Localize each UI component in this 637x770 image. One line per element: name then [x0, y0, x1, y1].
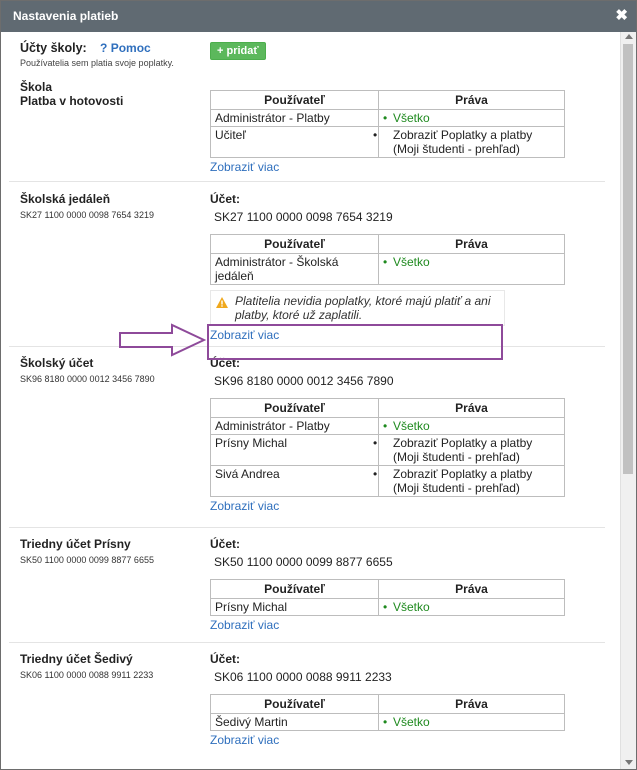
table-row: Administrátor - Školská jedáleň • Všetko [210, 253, 565, 285]
column-header-user: Používateľ [210, 398, 379, 418]
account-iban: SK27 1100 0000 0098 7654 3219 [20, 210, 154, 220]
account-number: SK96 8180 0000 0012 3456 7890 [214, 374, 394, 388]
rights-cell: • Všetko [378, 598, 565, 616]
user-cell: Prísny Michal [210, 598, 379, 616]
show-more-link[interactable]: Zobraziť viac [210, 499, 566, 513]
show-more-link[interactable]: Zobraziť viac [210, 733, 566, 747]
account-label: Účet: [210, 537, 241, 551]
permissions-table: Používateľ Práva Šedivý Martin • Všetko [210, 694, 565, 731]
annotation-highlight-box [207, 324, 503, 360]
account-iban: SK50 1100 0000 0099 8877 6655 [20, 555, 154, 565]
accounts-subtitle: Používatelia sem platia svoje poplatky. [20, 58, 174, 68]
column-header-user: Používateľ [210, 234, 379, 254]
rights-cell: • Všetko [378, 417, 565, 435]
account-label: Účet: [210, 192, 241, 206]
show-more-link[interactable]: Zobraziť viac [210, 160, 566, 174]
divider [9, 181, 605, 182]
rights-cell: • Zobraziť Poplatky a platby (Moji študen… [373, 465, 565, 497]
account-name: Triedny účet Prísny [20, 537, 131, 551]
column-header-user: Používateľ [210, 90, 379, 110]
column-header-rights: Práva [378, 694, 565, 714]
divider [9, 642, 605, 643]
account-name: Školský účet [20, 356, 94, 370]
account-number: SK27 1100 0000 0098 7654 3219 [214, 210, 393, 224]
user-cell: Administrátor - Školská jedáleň [210, 253, 379, 285]
annotation-arrow [119, 323, 206, 357]
rights-cell: • Zobraziť Poplatky a platby (Moji študen… [373, 126, 565, 158]
scrollbar-thumb[interactable] [623, 44, 633, 474]
column-header-user: Používateľ [210, 694, 379, 714]
account-iban: SK96 8180 0000 0012 3456 7890 [20, 374, 155, 384]
table-row: Sivá Andrea • Zobraziť Poplatky a platby … [210, 465, 565, 497]
column-header-rights: Práva [378, 579, 565, 599]
permissions-table: Používateľ Práva Administrátor - Platby … [210, 90, 565, 158]
user-cell: Prísny Michal [210, 434, 379, 466]
table-row: Prísny Michal • Všetko [210, 598, 565, 616]
column-header-user: Používateľ [210, 579, 379, 599]
divider [9, 527, 605, 528]
user-cell: Učiteľ [210, 126, 379, 158]
account-iban: SK06 1100 0000 0088 9911 2233 [20, 670, 154, 680]
close-icon[interactable]: ✖ [615, 7, 628, 25]
show-more-link[interactable]: Zobraziť viac [210, 618, 566, 632]
rights-cell: • Všetko [378, 713, 565, 731]
user-cell: Sivá Andrea [210, 465, 379, 497]
permissions-table: Používateľ Práva Administrátor - Školská… [210, 234, 565, 285]
table-row: Šedivý Martin • Všetko [210, 713, 565, 731]
column-header-rights: Práva [378, 234, 565, 254]
permissions-table: Používateľ Práva Prísny Michal • Všetko [210, 579, 565, 616]
dialog-content: Účty školy: ? Pomoc Používatelia sem pla… [1, 32, 620, 769]
permissions-table: Používateľ Práva Administrátor - Platby … [210, 398, 565, 497]
table-row: Prísny Michal • Zobraziť Poplatky a platb… [210, 434, 565, 466]
account-name: Triedny účet Šedivý [20, 652, 133, 666]
rights-cell: • Zobraziť Poplatky a platby (Moji študen… [373, 434, 565, 466]
add-account-button[interactable]: + pridať [210, 42, 266, 60]
table-row: Administrátor - Platby • Všetko [210, 417, 565, 435]
scroll-down-icon[interactable] [625, 760, 633, 765]
accounts-header: Účty školy: ? Pomoc Používatelia sem pla… [20, 41, 600, 71]
payment-settings-dialog: Nastavenia platieb ✖ Účty školy: ? Pomoc… [0, 0, 637, 770]
warning-text: Platitelia nevidia poplatky, ktoré majú … [235, 294, 491, 322]
scroll-up-icon[interactable] [625, 34, 633, 39]
rights-cell: • Všetko [378, 253, 565, 285]
accounts-label: Účty školy: [20, 41, 87, 55]
vertical-scrollbar[interactable] [620, 32, 636, 769]
table-row: Administrátor - Platby • Všetko [210, 109, 565, 127]
warning-box: Platitelia nevidia poplatky, ktoré majú … [210, 290, 505, 326]
user-cell: Šedivý Martin [210, 713, 379, 731]
help-link[interactable]: ? Pomoc [100, 41, 151, 55]
account-name: Škola [20, 80, 53, 94]
dialog-title: Nastavenia platieb [13, 9, 119, 23]
account-number: SK50 1100 0000 0099 8877 6655 [214, 555, 393, 569]
account-name: Školská jedáleň [20, 192, 111, 206]
account-subname: Platba v hotovosti [20, 94, 124, 108]
user-cell: Administrátor - Platby [210, 417, 379, 435]
user-cell: Administrátor - Platby [210, 109, 379, 127]
rights-cell: • Všetko [378, 109, 565, 127]
account-label: Účet: [210, 652, 241, 666]
account-number: SK06 1100 0000 0088 9911 2233 [214, 670, 392, 684]
column-header-rights: Práva [378, 90, 565, 110]
column-header-rights: Práva [378, 398, 565, 418]
dialog-titlebar: Nastavenia platieb ✖ [1, 1, 636, 32]
table-row: Učiteľ • Zobraziť Poplatky a platby (Moji… [210, 126, 565, 158]
warning-icon [216, 297, 228, 308]
